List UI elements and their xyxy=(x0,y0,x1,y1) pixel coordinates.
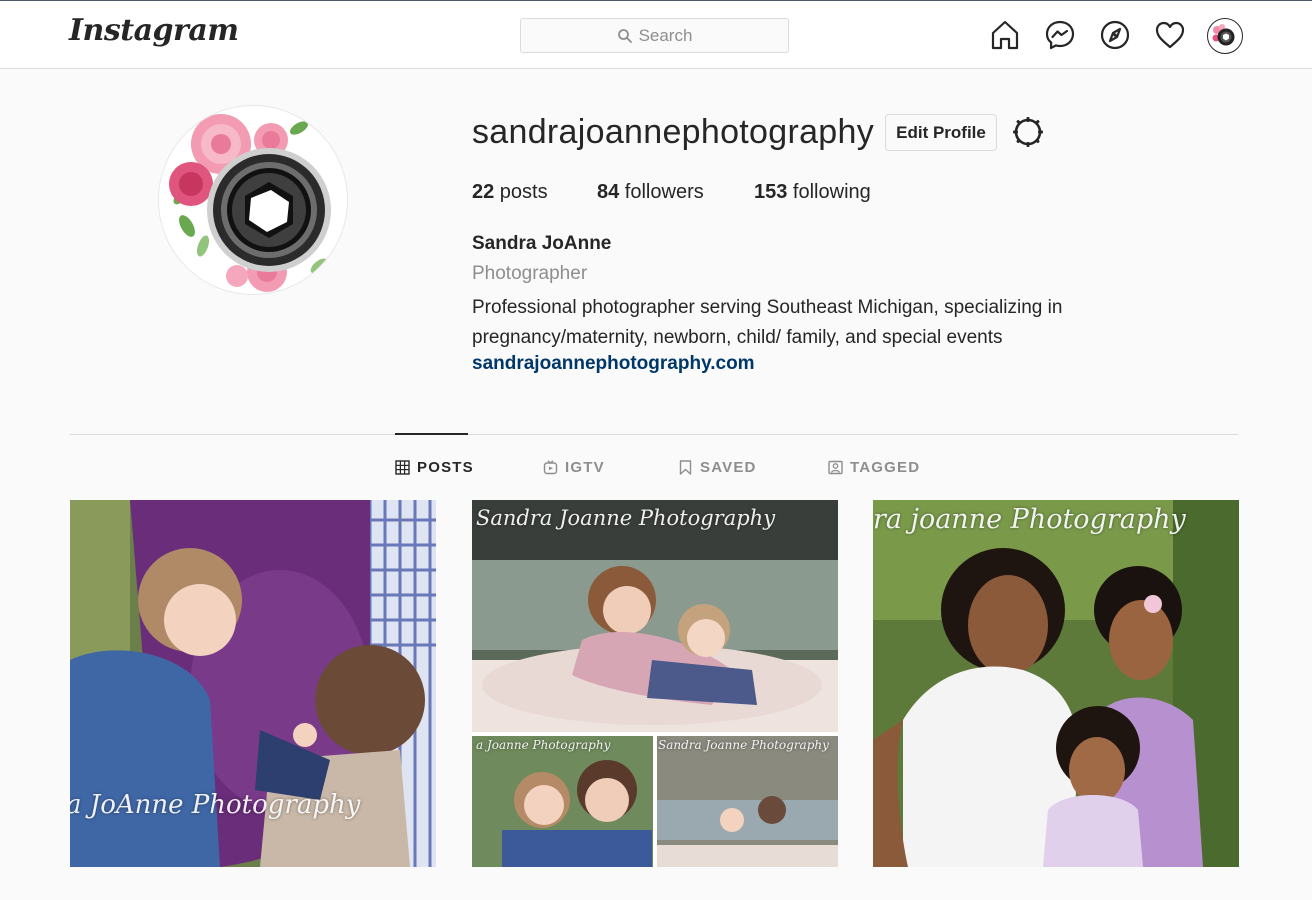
grid-icon xyxy=(395,460,410,475)
igtv-icon xyxy=(543,460,558,475)
posts-count-number: 22 xyxy=(472,181,495,203)
instagram-logo[interactable]: Instagram xyxy=(69,13,239,48)
explore-icon[interactable] xyxy=(1098,18,1132,52)
profile-avatar[interactable] xyxy=(158,105,348,295)
following-count-label: following xyxy=(787,181,871,203)
search-placeholder: Search xyxy=(638,25,693,45)
posts-count: 22 posts xyxy=(472,181,548,204)
profile-full-name: Sandra JoAnne xyxy=(472,233,612,254)
profile-username: sandrajoannephotography xyxy=(472,113,875,151)
followers-link[interactable]: 84 followers xyxy=(597,181,704,204)
posts-count-label: posts xyxy=(494,181,548,203)
tagged-person-icon xyxy=(828,460,843,475)
profile-category: Photographer xyxy=(472,263,588,284)
top-nav: Instagram Search xyxy=(0,1,1312,69)
settings-gear-icon[interactable] xyxy=(1010,114,1046,150)
active-tab-indicator xyxy=(395,433,468,435)
followers-count-label: followers xyxy=(619,181,704,203)
post-photo xyxy=(873,500,1239,867)
tab-igtv[interactable]: IGTV xyxy=(543,459,605,476)
post-thumbnail[interactable]: a JoAnne Photography xyxy=(70,500,436,867)
tab-label: TAGGED xyxy=(850,459,921,476)
tab-label: SAVED xyxy=(700,459,757,476)
photo-watermark: Sandra Joanne Photography xyxy=(658,738,829,752)
photo-watermark: a JoAnne Photography xyxy=(70,790,361,820)
post-thumbnail[interactable]: Sandra Joanne Photography a Joanne Photo… xyxy=(472,500,838,867)
profile-bio: Professional photographer serving Southe… xyxy=(472,293,1132,353)
activity-heart-icon[interactable] xyxy=(1153,18,1187,52)
photo-watermark: a Joanne Photography xyxy=(476,738,611,752)
bookmark-icon xyxy=(679,460,692,475)
profile-website-link[interactable]: sandrajoannephotography.com xyxy=(472,353,755,375)
photo-watermark: ra joanne Photography xyxy=(873,504,1186,535)
messenger-icon[interactable] xyxy=(1043,18,1077,52)
tab-label: POSTS xyxy=(417,459,474,476)
search-input[interactable]: Search xyxy=(520,18,789,53)
search-icon xyxy=(617,28,632,43)
profile-avatar-icon[interactable] xyxy=(1207,18,1243,54)
edit-profile-button[interactable]: Edit Profile xyxy=(885,114,997,151)
post-photo xyxy=(472,500,838,867)
home-icon[interactable] xyxy=(988,18,1022,52)
photo-watermark: Sandra Joanne Photography xyxy=(476,506,776,530)
tabs-divider xyxy=(70,434,1238,435)
following-link[interactable]: 153 following xyxy=(754,181,871,204)
following-count-number: 153 xyxy=(754,181,788,203)
followers-count-number: 84 xyxy=(597,181,620,203)
bio-line: pregnancy/maternity, newborn, child/ fam… xyxy=(472,327,1003,348)
tab-tagged[interactable]: TAGGED xyxy=(828,459,920,476)
tab-saved[interactable]: SAVED xyxy=(678,459,757,476)
tab-label: IGTV xyxy=(565,459,605,476)
tab-posts[interactable]: POSTS xyxy=(395,459,474,476)
post-thumbnail[interactable]: ra joanne Photography xyxy=(873,500,1239,867)
bio-line: Professional photographer serving Southe… xyxy=(472,297,1063,318)
